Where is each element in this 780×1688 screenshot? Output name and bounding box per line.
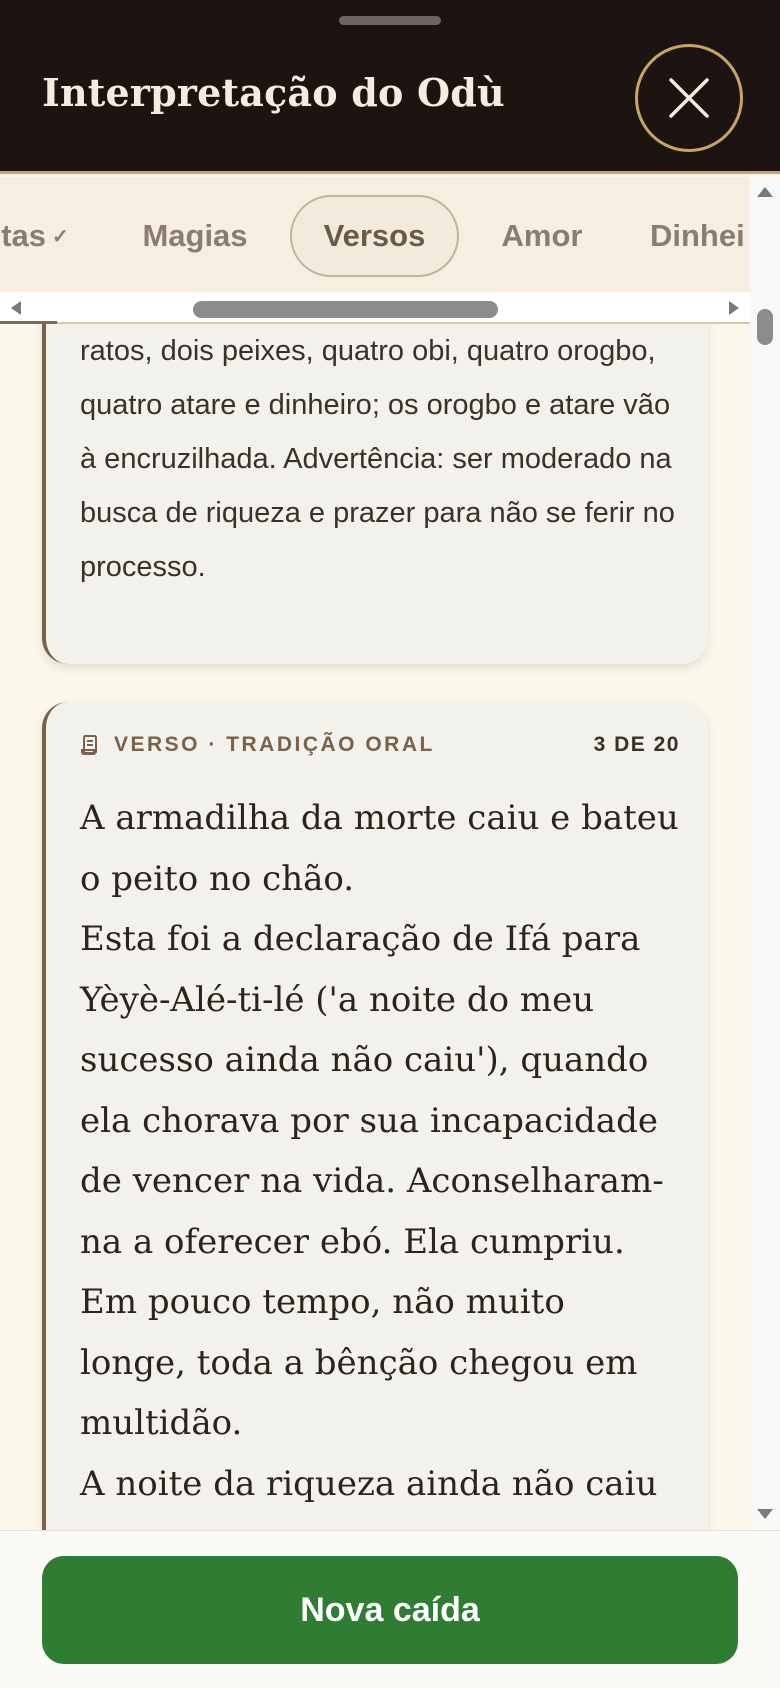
previous-card: ratos, dois peixes, quatro obi, quatro o… xyxy=(42,324,708,664)
tab-versos[interactable]: Versos xyxy=(290,195,459,277)
tabs-horizontal-scrollbar[interactable] xyxy=(0,292,750,324)
vertical-scroll-thumb[interactable] xyxy=(757,309,773,345)
verse-text: A armadilha da morte caiu e bateu o peit… xyxy=(80,798,679,1504)
card-body-text: ratos, dois peixes, quatro obi, quatro o… xyxy=(80,335,675,583)
tab-amor[interactable]: Amor xyxy=(482,195,602,277)
scroll-up-arrow-icon[interactable] xyxy=(756,185,774,199)
tab-partial-left[interactable]: tas ✓ xyxy=(0,195,80,277)
sheet-grabber[interactable] xyxy=(339,16,441,25)
page-title: Interpretação do Odù xyxy=(42,70,505,115)
close-button[interactable] xyxy=(635,44,743,152)
modal-header: Interpretação do Odù xyxy=(0,0,780,174)
close-icon xyxy=(669,78,709,118)
verse-source-label: VERSO · TRADIÇÃO ORAL xyxy=(114,733,435,756)
scroll-down-arrow-icon[interactable] xyxy=(756,1507,774,1521)
scroll-right-arrow-icon[interactable] xyxy=(726,300,742,316)
vertical-scrollbar[interactable] xyxy=(750,177,780,1530)
verse-counter: 3 DE 20 xyxy=(593,733,680,756)
check-icon: ✓ xyxy=(52,225,69,248)
content-scroll-area[interactable]: ratos, dois peixes, quatro obi, quatro o… xyxy=(0,324,750,1530)
scroll-left-arrow-icon[interactable] xyxy=(8,300,24,316)
verse-card-header: VERSO · TRADIÇÃO ORAL 3 DE 20 xyxy=(80,730,680,760)
scroll-icon xyxy=(81,735,97,755)
tab-bar[interactable]: tas ✓ Magias Versos Amor Dinhei xyxy=(0,177,750,292)
tab-magias[interactable]: Magias xyxy=(115,195,275,277)
tab-dinheiro[interactable]: Dinhei xyxy=(650,195,750,277)
horizontal-scroll-thumb[interactable] xyxy=(193,301,498,318)
verse-card: VERSO · TRADIÇÃO ORAL 3 DE 20 A armadilh… xyxy=(42,702,708,1530)
new-cast-button[interactable]: Nova caída xyxy=(42,1556,738,1664)
footer: Nova caída xyxy=(0,1530,780,1688)
